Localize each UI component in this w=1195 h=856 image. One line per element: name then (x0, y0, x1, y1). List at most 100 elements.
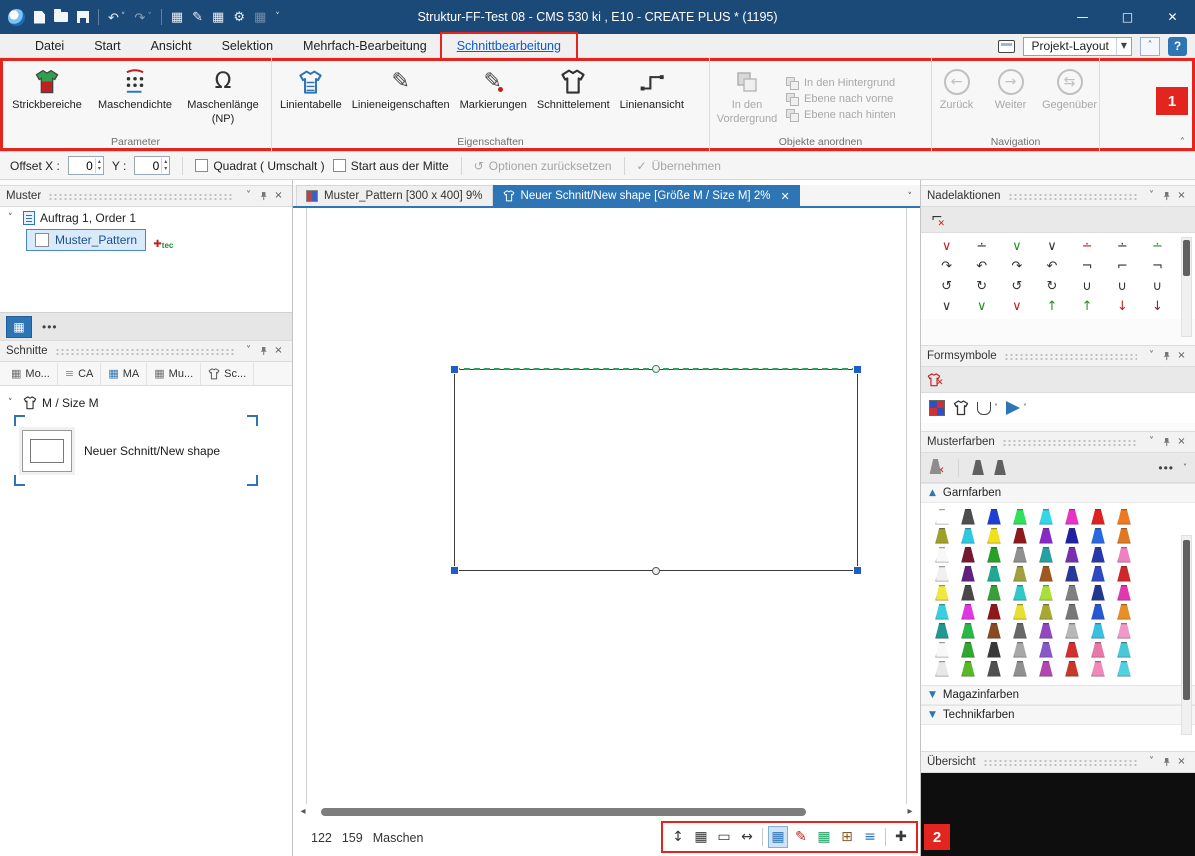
close-icon[interactable]: × (271, 346, 286, 356)
needle-action-icon[interactable]: ↓ (1140, 298, 1175, 315)
yarn-color-cone[interactable] (1013, 528, 1028, 544)
screen-layout-icon[interactable] (998, 40, 1015, 53)
yarn-color-cone[interactable] (1039, 566, 1054, 582)
delete-color-button[interactable]: ✕ (929, 459, 945, 476)
schnittelement-button[interactable]: Schnittelement (533, 62, 614, 136)
module-table-icon[interactable]: ▦ (212, 11, 224, 24)
yarn-color-cone[interactable] (987, 642, 1002, 658)
tab-ma[interactable]: ▦MA (101, 363, 147, 385)
yarn-color-cone[interactable] (1117, 528, 1132, 544)
yarn-color-cone[interactable] (1091, 585, 1106, 601)
measure-vertical-icon[interactable]: ↕ (668, 826, 688, 848)
spin-down-icon[interactable]: ▾ (164, 166, 167, 172)
yarn-color-cone[interactable] (1117, 509, 1132, 525)
pan-move-icon[interactable]: ✚ (891, 826, 911, 848)
maschenlaenge-button[interactable]: Ω Maschenlänge (NP) (180, 62, 266, 136)
tab-overflow-icon[interactable]: ˅ (908, 193, 913, 202)
needle-action-icon[interactable]: ¬ (1140, 258, 1175, 275)
tab-muster[interactable]: ▦Mu... (147, 363, 201, 385)
yarn-color-cone[interactable] (1039, 661, 1054, 677)
menu-start[interactable]: Start (79, 34, 135, 58)
size-tree-item[interactable]: ˅ M / Size M (0, 392, 292, 412)
yarn-color-cone[interactable] (1117, 604, 1132, 620)
scroll-thumb[interactable] (1183, 540, 1190, 700)
yarn-color-cone[interactable] (1117, 566, 1132, 582)
yarn-color-cone[interactable] (961, 547, 976, 563)
undo-dropdown-icon[interactable]: ˅ (121, 13, 126, 22)
gegenueber-button[interactable]: ⇆ Gegenüber (1042, 62, 1098, 136)
needle-action-icon[interactable]: ∸ (1140, 238, 1175, 255)
tab-schnitte[interactable]: Sc... (201, 363, 254, 385)
pattern-module-icon[interactable]: ▦ (171, 11, 183, 24)
linieneigenschaften-button[interactable]: ✎ Linieneigenschaften (348, 62, 454, 136)
pin-icon[interactable] (256, 346, 271, 356)
dropdown-caret-icon[interactable]: ▼ (1116, 38, 1131, 55)
resize-handle[interactable] (854, 366, 861, 373)
chevron-down-icon[interactable]: ˅ (8, 214, 18, 223)
maschendichte-button[interactable]: Maschendichte (92, 62, 178, 136)
yarn-color-cone[interactable] (1039, 623, 1054, 639)
yarn-color-cone[interactable] (1091, 604, 1106, 620)
list-view-icon[interactable]: ≡ (860, 826, 880, 848)
pin-icon[interactable] (256, 191, 271, 201)
save-icon[interactable] (77, 11, 89, 23)
yarn-color-cone[interactable] (1091, 528, 1106, 544)
draw-pencil-icon[interactable]: ✎ (192, 11, 203, 24)
needle-action-icon[interactable]: ∨ (999, 238, 1034, 255)
resize-handle[interactable] (451, 366, 458, 373)
yarn-color-cone[interactable] (987, 566, 1002, 582)
needle-action-icon[interactable]: ∸ (1105, 238, 1140, 255)
yarn-color-cone[interactable] (1065, 528, 1080, 544)
yarn-color-cone[interactable] (1117, 642, 1132, 658)
yarn-color-cone[interactable] (1117, 585, 1132, 601)
vertical-scrollbar[interactable] (1181, 237, 1192, 337)
yarn-color-cone[interactable] (935, 604, 950, 620)
menu-selektion[interactable]: Selektion (207, 34, 288, 58)
needle-action-icon[interactable]: ∨ (929, 298, 964, 315)
chevron-down-icon[interactable]: ˅ (1144, 191, 1159, 201)
start-mitte-checkbox[interactable]: Start aus der Mitte (333, 159, 449, 173)
ribbon-expand-button[interactable]: ˄ (1140, 37, 1160, 56)
yarn-color-cone[interactable] (1013, 642, 1028, 658)
yarn-color-cone[interactable] (961, 642, 976, 658)
yarn-color-cone[interactable] (987, 585, 1002, 601)
needle-action-icon[interactable]: ↓ (1105, 298, 1140, 315)
yarn-color-cone[interactable] (1091, 661, 1106, 677)
pattern-tree-item[interactable]: Muster_Pattern (26, 229, 146, 251)
yarn-color-cone[interactable] (935, 585, 950, 601)
needle-action-icon[interactable]: ¬ (1070, 258, 1105, 275)
chevron-down-icon[interactable]: ˅ (1144, 757, 1159, 767)
resize-handle[interactable] (451, 567, 458, 574)
needle-action-icon[interactable]: ↑ (1070, 298, 1105, 315)
list-view-button[interactable]: ▦ (6, 316, 32, 338)
quadrat-checkbox[interactable]: Quadrat ( Umschalt ) (195, 159, 324, 173)
vordergrund-button[interactable]: In den Vordergrund (714, 62, 780, 136)
yarn-color-cone[interactable] (961, 566, 976, 582)
new-document-icon[interactable] (34, 11, 45, 24)
undo-icon[interactable]: ↶˅ (108, 11, 125, 24)
close-icon[interactable]: × (271, 191, 286, 201)
settings-gear-icon[interactable]: ⚙ (233, 11, 245, 24)
yarn-color-cone[interactable] (987, 623, 1002, 639)
yarn-color-cone[interactable] (961, 661, 976, 677)
cup-symbol-button[interactable]: ˅ (977, 402, 998, 415)
document-tab-pattern[interactable]: Muster_Pattern [300 x 400] 9% (296, 185, 493, 206)
yarn-color-a-icon[interactable] (972, 460, 985, 475)
horizontal-scrollbar[interactable]: ◂ ▸ (297, 804, 916, 820)
redo-icon[interactable]: ↷˅ (134, 11, 151, 24)
ribbon-collapse-icon[interactable]: ˄ (1180, 138, 1185, 148)
yarn-color-cone[interactable] (1013, 623, 1028, 639)
yarn-color-cone[interactable] (1091, 509, 1106, 525)
offset-x-input[interactable] (69, 159, 95, 173)
yarn-color-cone[interactable] (1065, 585, 1080, 601)
scroll-left-icon[interactable]: ◂ (297, 807, 309, 817)
offset-y-stepper[interactable]: ▴▾ (134, 156, 170, 175)
vertical-scrollbar[interactable] (1181, 535, 1192, 735)
needle-action-icon[interactable]: ∸ (1070, 238, 1105, 255)
yarn-color-cone[interactable] (961, 604, 976, 620)
yarn-color-cone[interactable] (987, 604, 1002, 620)
needle-action-icon[interactable]: ∨ (1034, 238, 1069, 255)
needle-action-icon[interactable]: ∪ (1140, 278, 1175, 295)
yarn-color-cone[interactable] (935, 509, 950, 525)
needle-action-icon[interactable]: ↶ (964, 258, 999, 275)
